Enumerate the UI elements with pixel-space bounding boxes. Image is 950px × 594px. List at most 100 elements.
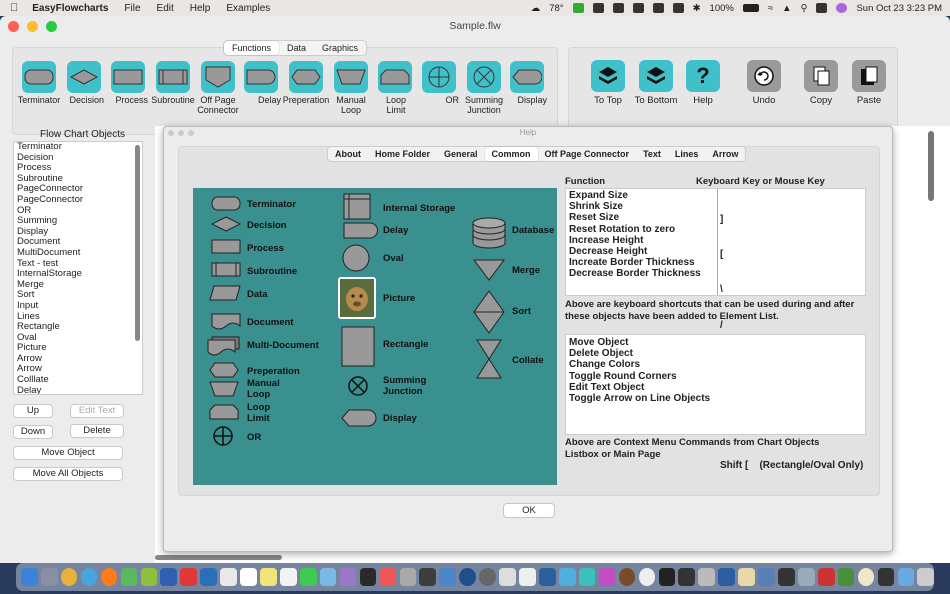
safari-icon[interactable] [80, 568, 98, 586]
status-app-icon[interactable] [592, 3, 604, 13]
tool-process[interactable]: Process [108, 61, 148, 106]
app-icon[interactable] [778, 568, 795, 586]
tool-decision[interactable]: Decision [64, 61, 104, 106]
tab-functions[interactable]: Functions [224, 41, 280, 55]
bluetooth-icon[interactable]: ✱ [693, 3, 701, 14]
menu-help[interactable]: Help [190, 3, 211, 14]
app-icon[interactable] [877, 568, 895, 586]
app-icon[interactable] [598, 568, 616, 586]
app-icon[interactable] [857, 568, 875, 586]
tool-manual-loop[interactable]: Manual Loop [331, 61, 371, 116]
list-item[interactable]: Input [14, 300, 142, 312]
tool-or[interactable]: OR [419, 61, 459, 106]
app-icon[interactable] [718, 568, 735, 586]
launchpad-icon[interactable] [40, 568, 58, 586]
app-icon[interactable] [678, 568, 696, 586]
tool-loop-limit[interactable]: Loop Limit [375, 61, 415, 116]
app-menu[interactable]: EasyFlowcharts [32, 3, 108, 14]
stocks-icon[interactable] [359, 568, 377, 586]
control-center-icon[interactable] [816, 3, 828, 13]
tab-home-folder[interactable]: Home Folder [368, 147, 437, 161]
canvas-vertical-scrollbar[interactable] [928, 131, 934, 201]
battery-level[interactable]: 100% [710, 3, 734, 14]
help-button[interactable]: ? Help [673, 60, 733, 106]
app-icon[interactable] [439, 568, 456, 586]
news-icon[interactable] [180, 568, 197, 586]
list-item[interactable]: PageConnector [14, 194, 142, 206]
list-item[interactable]: MultiDocument [14, 247, 142, 259]
menu-file[interactable]: File [124, 3, 140, 14]
undo-button[interactable]: Undo [734, 60, 794, 106]
ok-button[interactable]: OK [503, 503, 555, 518]
weather-icon[interactable]: ☁ [531, 3, 541, 14]
list-scrollbar[interactable] [135, 145, 140, 341]
status-app-icon[interactable] [652, 3, 664, 13]
tab-off-page-connector[interactable]: Off Page Connector [538, 147, 637, 161]
app-icon[interactable] [419, 568, 437, 586]
search-icon[interactable]: ⚲ [800, 3, 807, 14]
tab-text[interactable]: Text [636, 147, 668, 161]
wifi-icon[interactable]: ≈ [768, 3, 773, 14]
terminal-icon[interactable] [658, 568, 676, 586]
firefox-icon[interactable] [100, 568, 118, 586]
tool-preparation[interactable]: Preperation [283, 61, 329, 106]
list-item[interactable]: Terminator [14, 142, 142, 153]
delete-button[interactable]: Delete [70, 424, 124, 438]
tool-subroutine[interactable]: Subroutine [151, 61, 195, 106]
edit-text-button[interactable]: Edit Text [70, 404, 124, 418]
objects-listbox[interactable]: Terminator Decision Process Subroutine P… [13, 141, 143, 395]
calculator-icon[interactable] [399, 568, 417, 586]
tool-terminator[interactable]: Terminator [18, 61, 60, 106]
tab-graphics[interactable]: Graphics [314, 41, 366, 55]
siri-icon[interactable] [836, 3, 848, 13]
tool-display[interactable]: Display [507, 61, 547, 106]
trash-icon[interactable] [917, 568, 935, 586]
airplay-icon[interactable]: ▲ [782, 3, 791, 14]
reminders-icon[interactable] [279, 568, 297, 586]
app-icon[interactable] [339, 568, 357, 586]
app-icon[interactable] [817, 568, 835, 586]
easyflowcharts-icon[interactable] [578, 568, 596, 586]
battery-icon[interactable] [742, 4, 759, 12]
menu-examples[interactable]: Examples [226, 3, 270, 14]
move-all-objects-button[interactable]: Move All Objects [13, 467, 123, 481]
r-icon[interactable] [459, 568, 476, 586]
app-icon[interactable] [837, 568, 855, 586]
apple-icon[interactable]:  [10, 2, 18, 14]
app-icon[interactable] [738, 568, 755, 586]
tab-arrow[interactable]: Arrow [705, 147, 745, 161]
app-icon[interactable] [538, 568, 556, 586]
tab-data[interactable]: Data [279, 41, 314, 55]
tool-summing-junction[interactable]: Summing Junction [464, 61, 504, 116]
menu-edit[interactable]: Edit [157, 3, 174, 14]
down-button[interactable]: Down [13, 425, 53, 439]
app-icon[interactable] [758, 568, 775, 586]
tab-general[interactable]: General [437, 147, 485, 161]
word-icon[interactable] [160, 568, 178, 586]
status-app-icon[interactable] [612, 3, 624, 13]
contacts-icon[interactable] [220, 568, 237, 586]
status-app-icon[interactable] [632, 3, 644, 13]
paste-button[interactable]: Paste [839, 60, 899, 106]
app-icon[interactable] [618, 568, 636, 586]
app-icon[interactable] [698, 568, 715, 586]
app-icon[interactable] [379, 568, 397, 586]
status-app-icon[interactable] [572, 3, 584, 13]
finder-icon[interactable] [21, 568, 38, 586]
messages-icon[interactable] [299, 568, 317, 586]
chrome-icon[interactable] [60, 568, 78, 586]
notes-icon[interactable] [260, 568, 277, 586]
list-item[interactable]: Delay [14, 385, 142, 394]
preview-icon[interactable] [499, 568, 516, 586]
tab-lines[interactable]: Lines [668, 147, 706, 161]
app-icon[interactable] [200, 568, 217, 586]
canvas-horizontal-scrollbar[interactable] [155, 555, 282, 560]
up-button[interactable]: Up [13, 404, 53, 418]
tab-common[interactable]: Common [484, 147, 538, 161]
maps-icon[interactable] [319, 568, 337, 586]
downloads-folder-icon[interactable] [897, 568, 915, 586]
tool-off-page-connector[interactable]: Off Page Connector [197, 61, 239, 116]
calendar-icon[interactable] [240, 568, 257, 586]
app-icon[interactable] [519, 568, 536, 586]
system-settings-icon[interactable] [479, 568, 496, 586]
